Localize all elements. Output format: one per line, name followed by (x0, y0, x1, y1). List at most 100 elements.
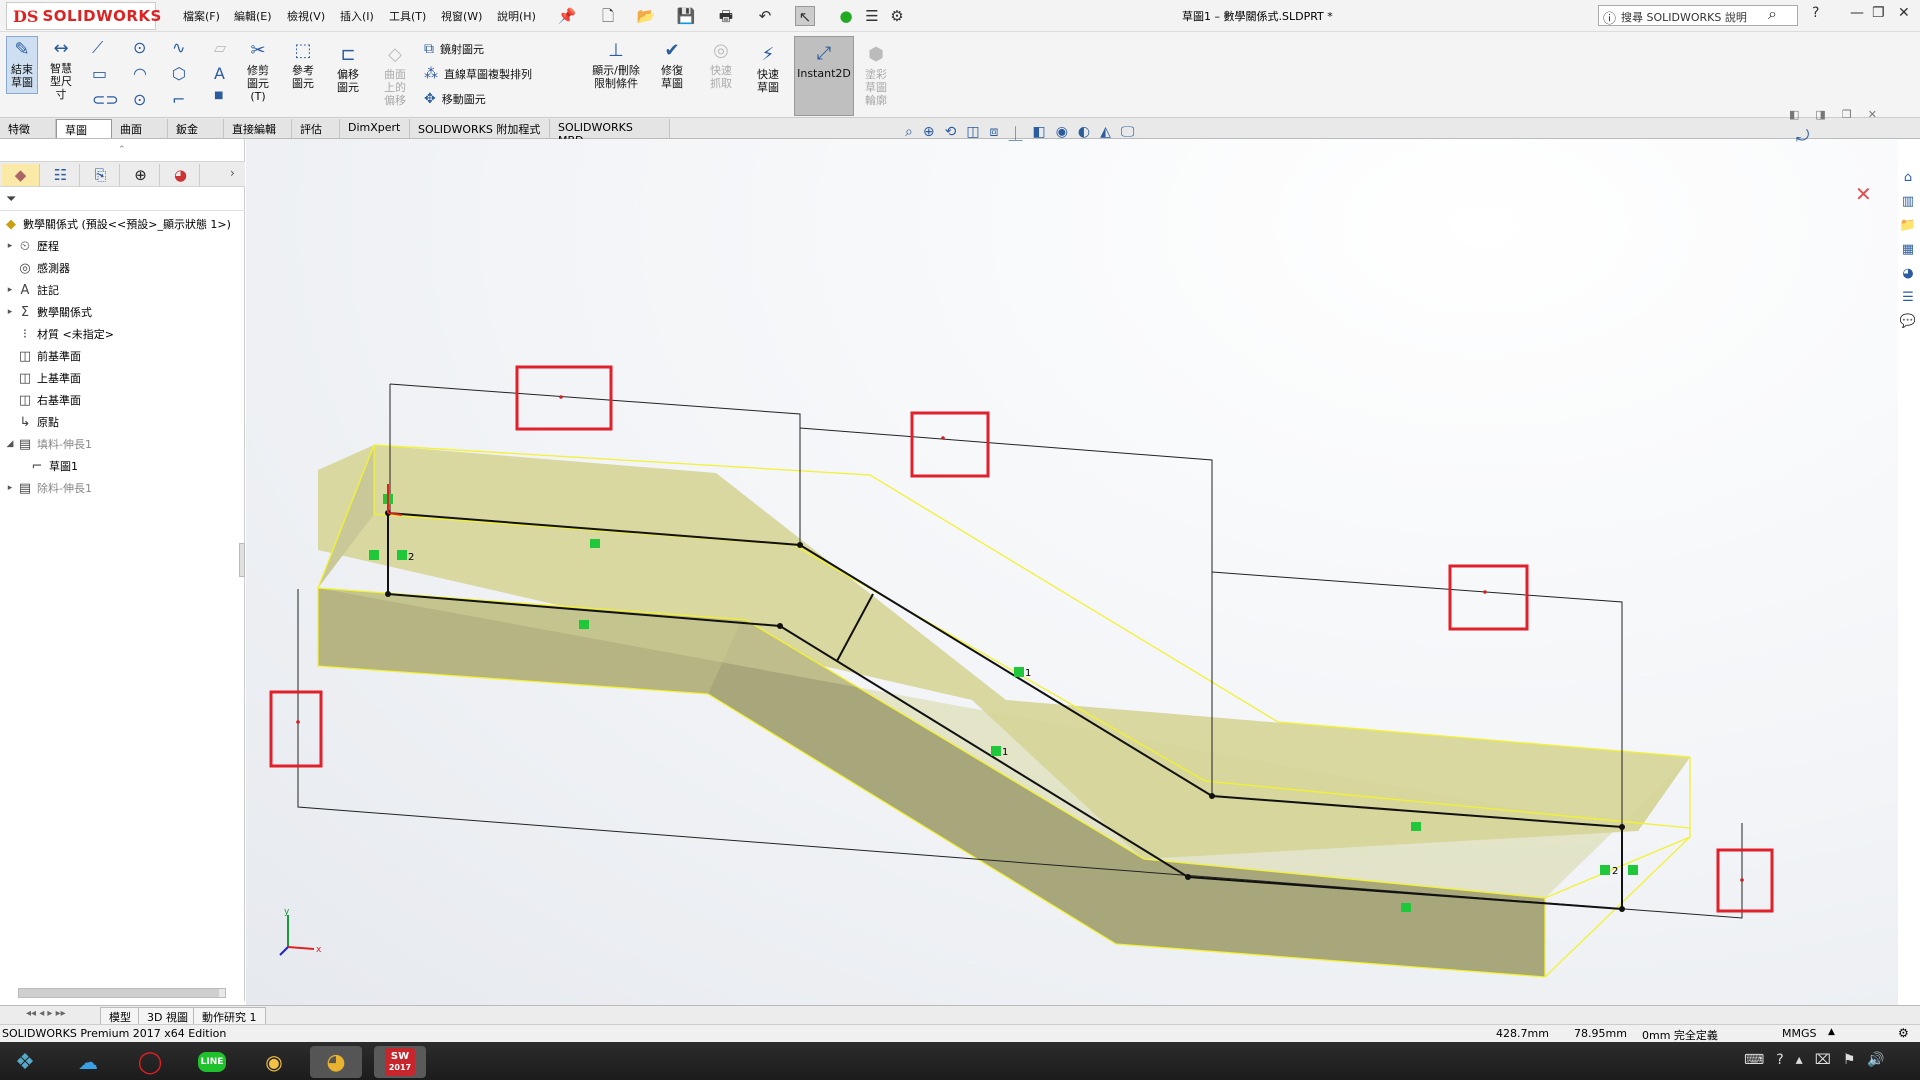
tree-item[interactable]: ↳ 原點 (0, 411, 245, 433)
feature-manager-tab-icon[interactable]: ◆ (2, 164, 40, 186)
expand-arrow-icon[interactable]: ▸ (4, 483, 16, 493)
new-document-icon[interactable]: 🗋 (598, 6, 618, 26)
tab-7[interactable]: SOLIDWORKS 附加程式 (410, 119, 550, 138)
file-properties-icon[interactable]: ☰ (862, 6, 882, 26)
network-tray-icon[interactable]: ⌧ (1815, 1052, 1831, 1068)
menu-insert[interactable]: 插入(I) (340, 8, 374, 24)
menu-tools[interactable]: 工具(T) (389, 8, 426, 24)
appearances-icon[interactable]: ◕ (1898, 264, 1918, 284)
tab-1[interactable]: 草圖 (56, 119, 112, 138)
forum-icon[interactable]: 💬 (1898, 312, 1918, 332)
tree-item[interactable]: ◎ 感測器 (0, 257, 245, 279)
exit-sketch-button[interactable]: ✎ 結束草圖 (6, 36, 38, 94)
apply-scene-icon[interactable]: ◐ (1078, 124, 1090, 144)
open-icon[interactable]: 📂 (636, 6, 656, 26)
viewport-next-icon[interactable]: ◨ (1815, 108, 1825, 121)
rapid-sketch-button[interactable]: ⚡ 快速草圖 (750, 44, 786, 94)
display-style-icon[interactable]: ⏊ (1008, 124, 1022, 144)
tab-4[interactable]: 直接編輯 (224, 119, 292, 138)
print-icon[interactable]: 🖶 (716, 6, 736, 26)
rebuild-icon[interactable]: ● (836, 6, 856, 26)
viewport-restore-icon[interactable]: ❐ (1842, 108, 1852, 121)
slot-icon[interactable]: ⊂⊃ (92, 90, 119, 109)
move-entities-button[interactable]: ✥ 移動圖元 (424, 91, 486, 107)
smart-dimension-button[interactable]: ↔ 智慧型尺寸 (43, 38, 79, 101)
tree-item[interactable]: ◢ ▤ 填料-伸長1 (0, 433, 245, 455)
opera-browser-icon[interactable]: ◯ (124, 1046, 176, 1078)
design-library-icon[interactable]: ▥ (1898, 192, 1918, 212)
tree-item[interactable]: ◫ 前基準面 (0, 345, 245, 367)
more-tabs-chevron-icon[interactable]: › (230, 166, 235, 180)
status-settings-icon[interactable]: ⚙ (1898, 1026, 1909, 1040)
chrome-browser-icon[interactable]: ◕ (310, 1046, 362, 1078)
expand-arrow-icon[interactable]: ◢ (4, 439, 16, 449)
mirror-entities-button[interactable]: ⧉ 鏡射圖元 (424, 41, 484, 57)
help-menu-icon[interactable]: ? (1812, 5, 1819, 21)
spline-icon[interactable]: ∿ (172, 38, 185, 57)
menu-file[interactable]: 檔案(F) (183, 8, 220, 24)
text-icon[interactable]: A (214, 64, 225, 83)
arc-icon[interactable]: ◠ (133, 64, 147, 83)
previous-view-icon[interactable]: ⟲ (945, 124, 957, 144)
point-icon[interactable]: ■ (214, 90, 223, 101)
dimxpert-manager-tab-icon[interactable]: ⊕ (122, 164, 160, 186)
panel-splitter[interactable] (239, 543, 245, 577)
flag-tray-icon[interactable]: ⚑ (1843, 1052, 1856, 1068)
tree-item[interactable]: ▸ ⏲ 歷程 (0, 235, 245, 257)
tree-item[interactable]: ▸ A 註記 (0, 279, 245, 301)
display-monitor-icon[interactable]: 🖵 (1121, 124, 1135, 144)
volume-tray-icon[interactable]: 🔊 (1867, 1052, 1884, 1068)
custom-properties-icon[interactable]: ☰ (1898, 288, 1918, 308)
search-icon[interactable]: ⌕ (1768, 4, 1777, 24)
tree-item[interactable]: ⌐ 草圖1 (0, 455, 245, 477)
offset-on-surface-button[interactable]: ◇ 曲面上的偏移 (378, 44, 412, 107)
tree-horizontal-scrollbar[interactable] (18, 988, 226, 998)
display-manager-tab-icon[interactable]: ◕ (162, 164, 200, 186)
tree-item[interactable]: ◫ 上基準面 (0, 367, 245, 389)
view-palette-icon[interactable]: ▦ (1898, 240, 1918, 260)
instant2d-button[interactable]: ⤢ Instant2D (794, 36, 854, 116)
tree-item[interactable]: ◫ 右基準面 (0, 389, 245, 411)
line-app-icon[interactable]: LINE (186, 1046, 238, 1078)
tree-item[interactable]: ▸ Σ 數學關係式 (0, 301, 245, 323)
help-tray-icon[interactable]: ? (1776, 1052, 1783, 1068)
baidu-cloud-icon[interactable]: ☁ (62, 1046, 114, 1078)
plane-icon[interactable]: ▱ (214, 38, 226, 57)
maps-app-icon[interactable]: ◉ (248, 1046, 300, 1078)
line-icon[interactable]: ⟋ (92, 38, 103, 58)
pin-icon[interactable]: 📌 (557, 6, 577, 26)
panel-collapse-icon[interactable]: ⌃ (118, 145, 126, 155)
confirm-corner-icon[interactable]: ⤾ (1796, 126, 1809, 146)
menu-view[interactable]: 檢視(V) (287, 8, 325, 24)
file-explorer-icon[interactable]: 📁 (1898, 216, 1918, 236)
expand-arrow-icon[interactable]: ▸ (4, 241, 16, 251)
tab-3[interactable]: 鈑金 (168, 119, 224, 138)
restore-icon[interactable]: ❐ (1872, 5, 1885, 21)
trim-entities-button[interactable]: ✂ 修剪圖元(T) (240, 40, 276, 103)
shaded-sketch-contours-button[interactable]: ⬢ 塗彩草圖輪廓 (858, 44, 894, 107)
polygon-icon[interactable]: ⬡ (172, 64, 186, 83)
tab-8[interactable]: SOLIDWORKS MBD (550, 119, 670, 147)
tab-2[interactable]: 曲面 (112, 119, 168, 138)
view-orientation-icon[interactable]: ⧈ (990, 124, 999, 144)
solidworks-taskbar-icon[interactable]: SW 2017 (374, 1046, 426, 1078)
hide-show-items-icon[interactable]: ◧ (1032, 124, 1045, 144)
repair-sketch-button[interactable]: ✔ 修復草圖 (652, 40, 692, 90)
viewport-close-icon[interactable]: ✕ (1868, 108, 1877, 121)
configuration-manager-tab-icon[interactable]: ⎘ (82, 164, 120, 186)
units-selector[interactable]: MMGS (1782, 1027, 1817, 1040)
undo-icon[interactable]: ↶ (755, 6, 775, 26)
tree-filter[interactable]: ⏷ (0, 189, 245, 211)
expand-arrow-icon[interactable]: ▸ (4, 307, 16, 317)
fillet-icon[interactable]: ⌐ (172, 90, 185, 109)
tree-item[interactable]: ▸ ▤ 除料-伸長1 (0, 477, 245, 499)
view-triad[interactable] (279, 915, 315, 956)
windows-start-icon[interactable]: ❖ (4, 1046, 46, 1078)
quick-snaps-button[interactable]: ◎ 快速抓取 (702, 40, 740, 90)
view-settings-icon[interactable]: ◭ (1100, 124, 1111, 144)
save-icon[interactable]: 💾 (676, 6, 696, 26)
keyboard-tray-icon[interactable]: ⌨ (1744, 1052, 1764, 1068)
menu-edit[interactable]: 編輯(E) (234, 8, 272, 24)
menu-help[interactable]: 說明(H) (497, 8, 536, 24)
tab-6[interactable]: DimXpert (340, 119, 410, 138)
